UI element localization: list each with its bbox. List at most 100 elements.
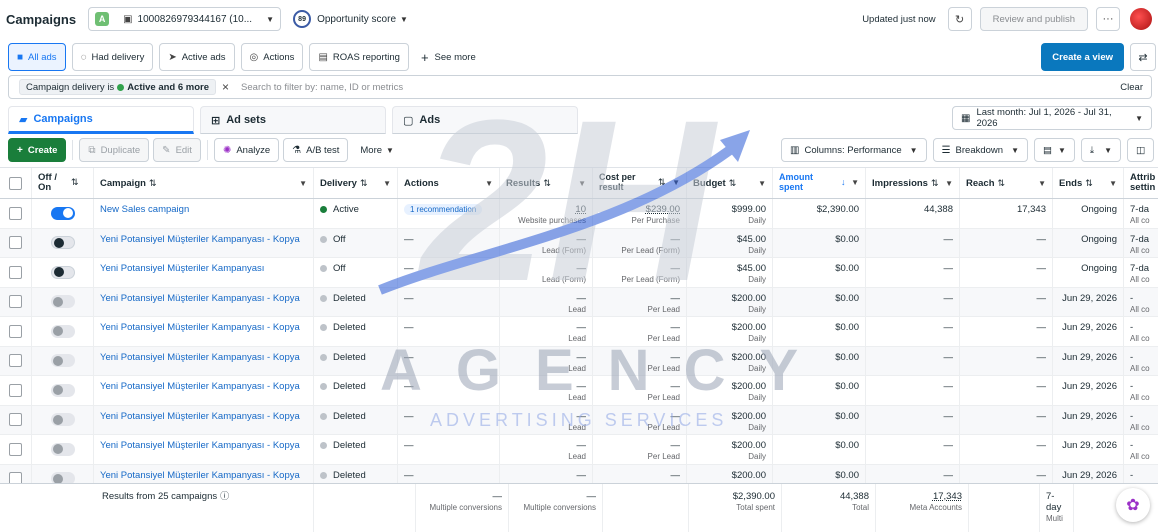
filter-actions[interactable]: ◎ Actions [240, 43, 304, 71]
campaign-toggle[interactable] [50, 295, 75, 309]
row-checkbox[interactable] [9, 236, 22, 250]
date-range-picker[interactable]: ▦ Last month: Jul 1, 2026 - Jul 31, 2026 ▼ [952, 106, 1152, 130]
edit-button[interactable]: ✎ Edit [153, 138, 201, 162]
refresh-button[interactable]: ↻ [947, 7, 972, 31]
tab-ads[interactable]: ▢ Ads [392, 106, 578, 134]
see-more-button[interactable]: + See more [421, 50, 476, 65]
row-checkbox[interactable] [9, 354, 22, 368]
close-icon[interactable]: × [222, 80, 229, 94]
header-budget[interactable]: Budget ⇅ ▼ [687, 168, 773, 198]
create-view-button[interactable]: Create a view [1041, 43, 1124, 71]
tab-campaigns[interactable]: ▰ Campaigns [8, 106, 194, 134]
table-row[interactable]: Yeni Potansiyel Müşteriler Kampanyası - … [0, 346, 1158, 376]
row-checkbox[interactable] [9, 442, 22, 456]
more-button[interactable]: More ▼ [352, 138, 402, 162]
info-icon[interactable]: ⓘ [220, 491, 229, 501]
budget-cell[interactable]: $200.00Daily [687, 464, 773, 483]
header-ends[interactable]: Ends ⇅ ▼ [1053, 168, 1124, 198]
table-row[interactable]: Yeni Potansiyel Müşteriler Kampanyası - … [0, 405, 1158, 435]
table-row[interactable]: Yeni Potansiyel Müşteriler Kampanyası - … [0, 317, 1158, 347]
campaign-toggle[interactable] [50, 442, 75, 456]
campaign-toggle[interactable] [50, 236, 75, 250]
campaign-toggle[interactable] [50, 472, 75, 483]
filter-roas-reporting[interactable]: ▤ ROAS reporting [309, 43, 409, 71]
campaign-toggle[interactable] [50, 265, 75, 279]
row-checkbox[interactable] [9, 324, 22, 338]
row-checkbox[interactable] [9, 413, 22, 427]
table-row[interactable]: Yeni Potansiyel Müşteriler Kampanyası - … [0, 228, 1158, 258]
review-publish-button[interactable]: Review and publish [979, 7, 1088, 31]
columns-button[interactable]: ▥ Columns: Performance ▼ [781, 138, 927, 162]
campaign-name-link[interactable]: Yeni Potansiyel Müşteriler Kampanyası - … [100, 411, 307, 422]
breakdown-button[interactable]: ☰ Breakdown ▼ [932, 138, 1028, 162]
table-row[interactable]: Yeni Potansiyel Müşteriler Kampanyası - … [0, 435, 1158, 465]
campaign-toggle[interactable] [50, 354, 75, 368]
recommendation-badge[interactable]: 1 recommendation [404, 204, 483, 215]
analyze-button[interactable]: ✺ Analyze [213, 138, 280, 162]
create-button[interactable]: + Create [8, 138, 67, 162]
header-actions[interactable]: Actions ▼ [398, 168, 500, 198]
campaign-toggle[interactable] [50, 206, 75, 220]
duplicate-button[interactable]: ⧉ Duplicate [79, 138, 150, 162]
reports-button[interactable]: ▤ ▼ [1033, 138, 1075, 162]
campaign-toggle[interactable] [50, 383, 75, 397]
header-attribution[interactable]: Attrib settin [1124, 168, 1158, 198]
budget-cell[interactable]: $200.00Daily [687, 376, 773, 405]
campaign-name-link[interactable]: Yeni Potansiyel Müşteriler Kampanyası - … [100, 352, 307, 363]
budget-cell[interactable]: $200.00Daily [687, 317, 773, 346]
delivery-filter-pill[interactable]: Campaign delivery is Active and 6 more [19, 79, 217, 95]
more-options-button[interactable]: ··· [1096, 7, 1120, 31]
row-checkbox[interactable] [9, 383, 22, 397]
campaign-name-link[interactable]: New Sales campaign [100, 204, 307, 215]
header-amount-spent[interactable]: Amount spent ↓ ▼ [773, 168, 866, 198]
table-row[interactable]: Yeni Potansiyel Müşteriler Kampanyası - … [0, 464, 1158, 483]
row-checkbox[interactable] [9, 295, 22, 309]
table-row[interactable]: Yeni Potansiyel Müşteriler Kampanyası Off… [0, 258, 1158, 288]
opportunity-score[interactable]: 89 Opportunity score ▼ [293, 10, 408, 28]
campaign-name-link[interactable]: Yeni Potansiyel Müşteriler Kampanyası - … [100, 381, 307, 392]
filter-active-ads[interactable]: ➤ Active ads [159, 43, 235, 71]
budget-cell[interactable]: $200.00Daily [687, 405, 773, 434]
chart-toggle-button[interactable]: ◫ [1127, 138, 1154, 162]
campaign-toggle[interactable] [50, 324, 75, 338]
filter-all-ads[interactable]: ■ All ads [8, 43, 66, 71]
campaign-name-link[interactable]: Yeni Potansiyel Müşteriler Kampanyası - … [100, 322, 307, 333]
search-input[interactable]: Search to filter by: name, ID or metrics [241, 82, 1120, 93]
ai-assistant-button[interactable]: ✿ [1116, 488, 1150, 522]
row-checkbox[interactable] [9, 472, 22, 483]
campaign-name-link[interactable]: Yeni Potansiyel Müşteriler Kampanyası - … [100, 470, 307, 481]
header-impressions[interactable]: Impressions ⇅ ▼ [866, 168, 960, 198]
budget-cell[interactable]: $45.00 Daily [687, 258, 773, 287]
avatar[interactable] [1130, 8, 1152, 30]
budget-cell[interactable]: $200.00Daily [687, 287, 773, 316]
table-row[interactable]: Yeni Potansiyel Müşteriler Kampanyası - … [0, 376, 1158, 406]
select-all-checkbox[interactable] [9, 176, 22, 190]
campaign-name-link[interactable]: Yeni Potansiyel Müşteriler Kampanyası - … [100, 234, 307, 245]
header-campaign[interactable]: Campaign ⇅ ▼ [94, 168, 314, 198]
table-row[interactable]: Yeni Potansiyel Müşteriler Kampanyası - … [0, 287, 1158, 317]
budget-cell[interactable]: $999.00 Daily [687, 199, 773, 228]
row-checkbox[interactable] [9, 206, 22, 220]
budget-cell[interactable]: $200.00Daily [687, 435, 773, 464]
row-checkbox[interactable] [9, 265, 22, 279]
budget-cell[interactable]: $45.00 Daily [687, 228, 773, 257]
search-filter-bar[interactable]: Campaign delivery is Active and 6 more ×… [8, 75, 1152, 99]
clear-button[interactable]: Clear [1120, 82, 1143, 93]
ab-test-button[interactable]: ⚗ A/B test [283, 138, 349, 162]
account-selector[interactable]: A ▣ 1000826979344167 (10... ▼ [88, 7, 282, 31]
campaign-name-link[interactable]: Yeni Potansiyel Müşteriler Kampanyası - … [100, 440, 307, 451]
filter-had-delivery[interactable]: ◌ Had delivery [71, 43, 154, 71]
tab-adsets[interactable]: ⊞ Ad sets [200, 106, 386, 134]
view-settings-button[interactable]: ⇄ [1130, 43, 1156, 71]
campaign-name-link[interactable]: Yeni Potansiyel Müşteriler Kampanyası [100, 263, 307, 274]
header-offon[interactable]: Off / On ⇅ [32, 168, 94, 198]
campaign-name-link[interactable]: Yeni Potansiyel Müşteriler Kampanyası - … [100, 293, 307, 304]
table-row[interactable]: New Sales campaign Active 1 recommendation… [0, 199, 1158, 229]
campaign-toggle[interactable] [50, 413, 75, 427]
header-reach[interactable]: Reach ⇅ ▼ [960, 168, 1053, 198]
header-cost[interactable]: Cost per result ⇅ ▼ [593, 168, 687, 198]
header-results[interactable]: Results ⇅ ▼ [500, 168, 593, 198]
header-delivery[interactable]: Delivery ⇅ ▼ [314, 168, 398, 198]
budget-cell[interactable]: $200.00Daily [687, 346, 773, 375]
export-button[interactable]: ⤓ ▼ [1080, 138, 1122, 162]
